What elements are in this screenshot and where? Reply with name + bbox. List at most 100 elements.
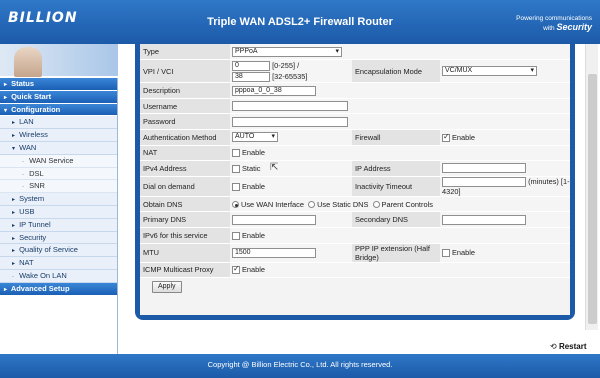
sidebar-item-snr[interactable]: · SNR — [0, 180, 117, 194]
sidebar-item-quality-of-service[interactable]: ▸ Quality of Service — [0, 244, 117, 258]
description-input[interactable]: pppoa_0_0_38 — [232, 85, 316, 96]
logo: BILLION — [8, 10, 78, 26]
sidebar-arrow-icon: · — [12, 273, 14, 280]
sidebar-arrow-icon: ▸ — [12, 133, 16, 140]
dns-static-text: Use Static DNS — [317, 199, 369, 209]
sidebar-item-advanced-setup[interactable]: ▸ Advanced Setup — [0, 282, 117, 296]
sidebar-arrow-icon: ▸ — [4, 286, 8, 293]
tagline-with: with — [543, 25, 555, 32]
sidebar-item-wireless[interactable]: ▸ Wireless — [0, 129, 117, 142]
nat-label: NAT — [140, 145, 230, 162]
vpi-input[interactable]: 0 — [232, 61, 270, 72]
restart-button[interactable]: ⟲ Restart — [550, 342, 587, 351]
username-label: Username — [140, 98, 230, 115]
primary-dns-label: Primary DNS — [140, 211, 230, 228]
sidebar-arrow-icon: ▸ — [4, 82, 8, 88]
sidebar: ▸ Status ▸ Quick Start ▾ Configuration ▸ LA… — [0, 44, 118, 378]
description-label: Description — [140, 82, 230, 99]
type-select[interactable]: PPPoA — [232, 46, 342, 57]
sidebar-item-label: Status — [11, 79, 35, 88]
sidebar-item-label: Wake On LAN — [19, 270, 67, 280]
icmp-multicast-checkbox[interactable] — [232, 264, 240, 275]
scrollbar-thumb[interactable] — [588, 74, 597, 324]
nat-enable-text: Enable — [242, 148, 266, 158]
sidebar-item-wan[interactable]: ▾ WAN — [0, 141, 117, 155]
dial-on-demand-checkbox[interactable] — [232, 182, 240, 191]
vci-range: [32-65535] — [272, 72, 308, 82]
sidebar-item-label: IP Tunnel — [19, 219, 51, 229]
static-checkbox[interactable] — [232, 164, 240, 173]
firewall-enable-text: Enable — [452, 132, 476, 142]
sidebar-item-label: Quick Start — [11, 91, 52, 101]
sidebar-arrow-icon: ▾ — [4, 107, 8, 114]
sidebar-arrow-icon: ▸ — [12, 209, 16, 216]
sidebar-item-label: WAN Service — [29, 155, 74, 165]
username-input[interactable] — [232, 101, 348, 112]
sidebar-item-lan[interactable]: ▸ LAN — [0, 116, 117, 130]
mtu-input[interactable]: 1500 — [232, 247, 316, 258]
auth-method-label: Authentication Method — [140, 129, 230, 146]
sidebar-item-quick-start[interactable]: ▸ Quick Start — [0, 90, 117, 104]
apply-button[interactable]: Apply — [152, 280, 182, 293]
obtain-dns-label: Obtain DNS — [140, 196, 230, 213]
ip-address-input[interactable] — [442, 163, 526, 174]
ppp-ip-extension-enable-text: Enable — [452, 248, 476, 258]
ppp-ip-extension-checkbox[interactable] — [442, 249, 450, 258]
dial-on-demand-enable-text: Enable — [242, 181, 266, 191]
firewall-checkbox[interactable] — [442, 132, 450, 142]
encapsulation-label: Encapsulation Mode — [352, 59, 440, 84]
tagline: Powering communications with Security — [512, 14, 592, 33]
sidebar-arrow-icon: ▸ — [12, 197, 16, 204]
sidebar-item-wake-on-lan[interactable]: · Wake On LAN — [0, 269, 117, 283]
restart-icon: ⟲ — [550, 342, 557, 351]
inactivity-timeout-input[interactable] — [442, 176, 526, 187]
secondary-dns-input[interactable] — [442, 214, 526, 225]
sidebar-item-security[interactable]: ▸ Security — [0, 231, 117, 245]
sidebar-arrow-icon: · — [22, 171, 24, 178]
person-photo — [14, 47, 42, 77]
sidebar-item-status[interactable]: ▸ Status — [0, 78, 117, 91]
inactivity-timeout-label: Inactivity Timeout — [352, 176, 440, 197]
encapsulation-select[interactable]: VC/MUX — [442, 66, 537, 77]
sidebar-arrow-icon: ▸ — [12, 235, 16, 242]
dns-wan-radio[interactable] — [232, 201, 239, 209]
footer: Copyright @ Billion Electric Co., Ltd. A… — [0, 354, 600, 378]
sidebar-item-configuration[interactable]: ▾ Configuration — [0, 103, 117, 117]
sidebar-arrow-icon: · — [22, 184, 24, 191]
sidebar-item-nat[interactable]: ▸ NAT — [0, 257, 117, 270]
tagline-brand: Security — [556, 22, 592, 32]
sidebar-item-label: WAN — [19, 142, 37, 152]
password-input[interactable] — [232, 116, 348, 127]
dns-static-radio[interactable] — [308, 201, 316, 209]
vpi-range: [0-255] / — [272, 61, 300, 71]
wan-settings-form: Type PPPoA VPI / VCI 0 [0-255] / 38 [32-… — [140, 44, 570, 315]
sidebar-item-dsl[interactable]: · DSL — [0, 167, 117, 181]
static-text: Static — [242, 163, 261, 173]
sidebar-item-label: Configuration — [11, 104, 61, 114]
sidebar-item-label: USB — [19, 206, 35, 216]
auth-method-select[interactable]: AUTO — [232, 132, 278, 143]
sidebar-arrow-icon: ▸ — [12, 261, 16, 268]
sidebar-item-usb[interactable]: ▸ USB — [0, 205, 117, 219]
sidebar-item-label: Advanced Setup — [10, 283, 70, 293]
type-label: Type — [140, 44, 230, 61]
sidebar-item-label: Security — [19, 232, 47, 242]
scrollbar[interactable] — [585, 44, 598, 330]
password-label: Password — [140, 113, 230, 130]
sidebar-item-wan-service[interactable]: · WAN Service — [0, 154, 117, 168]
sidebar-item-ip-tunnel[interactable]: ▸ IP Tunnel — [0, 218, 117, 232]
mouse-cursor-icon: ⇱ — [270, 162, 279, 173]
sidebar-item-label: Wireless — [19, 130, 48, 140]
primary-dns-input[interactable] — [232, 214, 316, 225]
sidebar-arrow-icon: ▸ — [12, 248, 16, 255]
sidebar-item-label: LAN — [19, 117, 34, 127]
ipv6-label: IPv6 for this service — [140, 227, 230, 244]
sidebar-item-system[interactable]: ▸ System — [0, 193, 117, 206]
header: BILLION Triple WAN ADSL2+ Firewall Route… — [0, 0, 600, 44]
nat-checkbox[interactable] — [232, 149, 240, 158]
icmp-multicast-label: ICMP Multicast Proxy — [140, 262, 230, 279]
ipv6-checkbox[interactable] — [232, 231, 240, 240]
dns-parent-controls-text: Parent Controls — [381, 199, 433, 209]
dns-parent-controls-radio[interactable] — [372, 201, 380, 209]
vci-input[interactable]: 38 — [232, 72, 270, 83]
